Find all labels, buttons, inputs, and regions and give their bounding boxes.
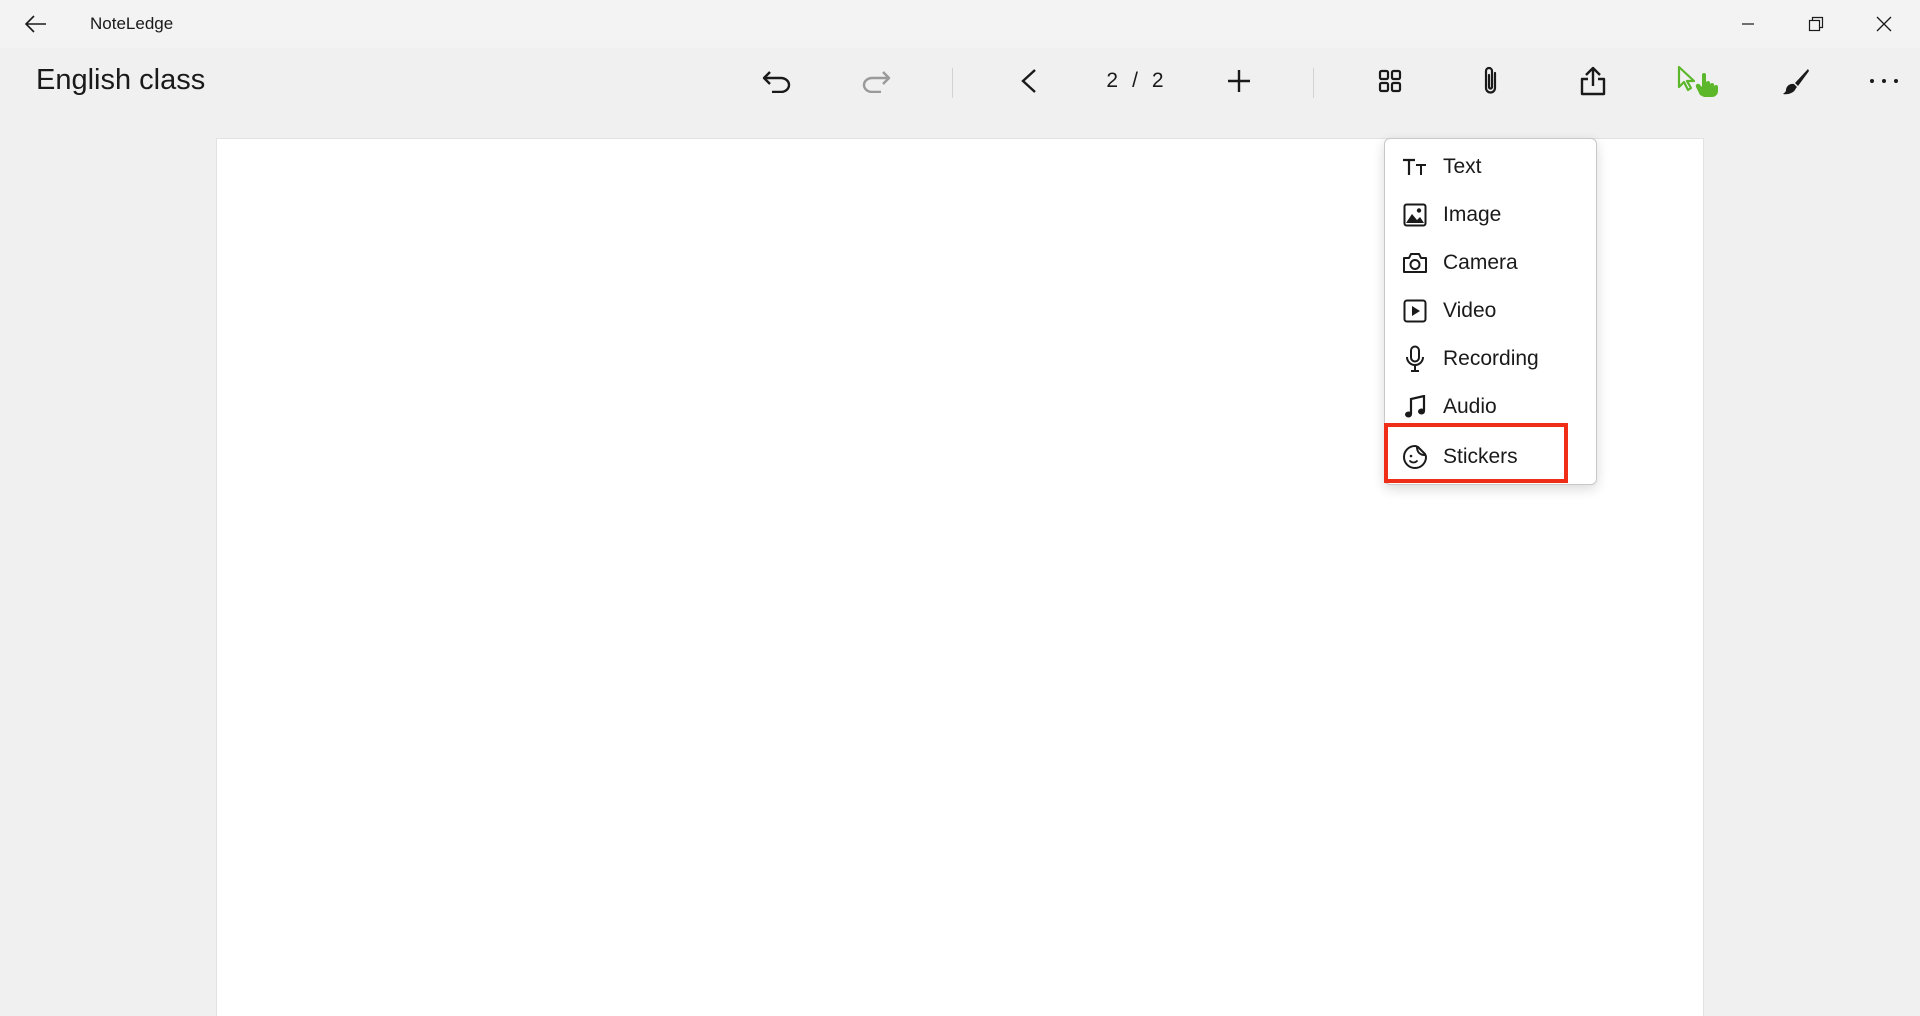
text-size-icon — [1401, 153, 1429, 181]
menu-item-label: Image — [1443, 203, 1502, 226]
add-page-button[interactable] — [1215, 58, 1263, 104]
image-icon — [1401, 201, 1429, 229]
toolbar-divider — [952, 68, 953, 98]
more-options-button[interactable] — [1860, 58, 1908, 104]
toolbar: English class 2 / 2 — [0, 48, 1920, 114]
menu-item-image[interactable]: Image — [1385, 191, 1598, 239]
document-title: English class — [36, 64, 206, 96]
share-icon — [1580, 66, 1606, 96]
menu-item-label: Recording — [1443, 347, 1539, 370]
current-page: 2 — [1106, 69, 1119, 92]
previous-page-button[interactable] — [1005, 58, 1053, 104]
page-indicator: 2 / 2 — [1090, 66, 1180, 96]
arrow-left-icon — [25, 15, 46, 33]
restore-button[interactable] — [1782, 0, 1850, 48]
minimize-icon — [1742, 23, 1754, 25]
restore-icon — [1808, 16, 1824, 32]
grid-icon — [1378, 69, 1402, 93]
select-touch-icon — [1677, 65, 1718, 97]
page-separator: / — [1132, 69, 1138, 92]
menu-item-text[interactable]: Text — [1385, 143, 1598, 191]
microphone-icon — [1401, 345, 1429, 373]
menu-item-camera[interactable]: Camera — [1385, 239, 1598, 287]
minimize-button[interactable] — [1714, 0, 1782, 48]
more-horizontal-icon — [1870, 79, 1898, 83]
menu-item-recording[interactable]: Recording — [1385, 335, 1598, 383]
close-button[interactable] — [1850, 0, 1918, 48]
menu-item-video[interactable]: Video — [1385, 287, 1598, 335]
attach-button[interactable] — [1467, 58, 1515, 104]
undo-icon — [762, 71, 791, 93]
total-pages: 2 — [1151, 69, 1164, 92]
brush-tool-button[interactable] — [1772, 58, 1820, 104]
menu-item-label: Audio — [1443, 395, 1497, 418]
redo-icon — [862, 71, 891, 93]
video-icon — [1401, 297, 1429, 325]
menu-item-label: Video — [1443, 299, 1497, 322]
music-note-icon — [1401, 393, 1429, 421]
plus-icon — [1228, 70, 1250, 92]
select-tool-button[interactable] — [1670, 58, 1726, 104]
undo-button[interactable] — [753, 58, 801, 104]
stickers-highlight-box — [1384, 423, 1568, 483]
paperclip-icon — [1484, 66, 1497, 94]
close-icon — [1876, 16, 1892, 32]
camera-icon — [1401, 249, 1429, 277]
brush-icon — [1783, 69, 1809, 95]
redo-button[interactable] — [852, 58, 900, 104]
menu-item-label: Text — [1443, 155, 1482, 178]
app-title: NoteLedge — [90, 14, 174, 33]
chevron-left-icon — [1021, 69, 1036, 93]
toolbar-divider — [1313, 68, 1314, 98]
back-button[interactable] — [18, 10, 54, 38]
menu-item-label: Camera — [1443, 251, 1518, 274]
share-button[interactable] — [1569, 58, 1617, 104]
title-bar: NoteLedge — [0, 0, 1920, 48]
page-overview-button[interactable] — [1366, 58, 1414, 104]
